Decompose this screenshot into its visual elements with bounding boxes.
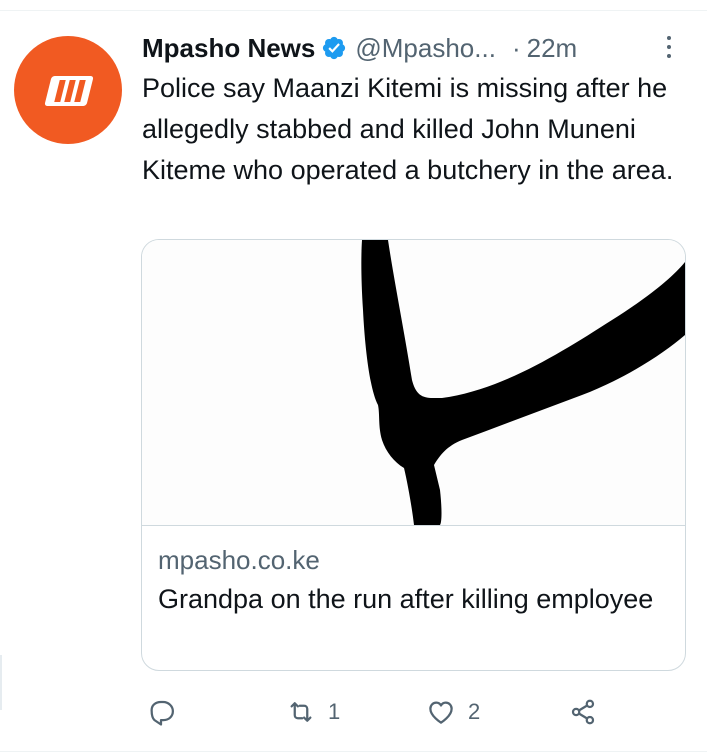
tweet-header: Mpasho News @Mpasho... · 22m [142, 28, 682, 68]
share-icon [571, 699, 595, 725]
like-count: 2 [468, 699, 481, 724]
author-handle[interactable]: @Mpasho... [355, 33, 496, 64]
like-button[interactable]: 2 [426, 690, 480, 734]
share-button[interactable] [568, 690, 598, 734]
heart-icon [429, 701, 453, 724]
header-separator: · [511, 32, 521, 63]
link-card[interactable]: mpasho.co.ke Grandpa on the run after ki… [141, 239, 686, 671]
retweet-button[interactable]: 1 [286, 690, 340, 734]
avatar[interactable] [14, 36, 122, 144]
bottom-divider [0, 751, 707, 752]
author-name[interactable]: Mpasho News [142, 33, 315, 64]
verified-badge-icon [323, 36, 346, 60]
more-options-icon[interactable] [664, 36, 674, 62]
reply-button[interactable] [146, 690, 176, 734]
knife-arm-silhouette [361, 240, 685, 525]
retweet-icon [290, 702, 312, 722]
retweet-count: 1 [328, 699, 341, 724]
card-image[interactable] [142, 240, 685, 526]
mpasho-logo [44, 76, 94, 106]
card-domain: mpasho.co.ke [158, 545, 320, 575]
tweet-text: Police say Maanzi Kitemi is missing afte… [142, 73, 674, 185]
card-title: Grandpa on the run after killing employe… [158, 584, 654, 614]
tweet-timestamp[interactable]: 22m [527, 33, 578, 64]
tweet-actions: 1 2 [0, 690, 707, 734]
top-divider [0, 10, 707, 11]
reply-icon [150, 700, 174, 726]
